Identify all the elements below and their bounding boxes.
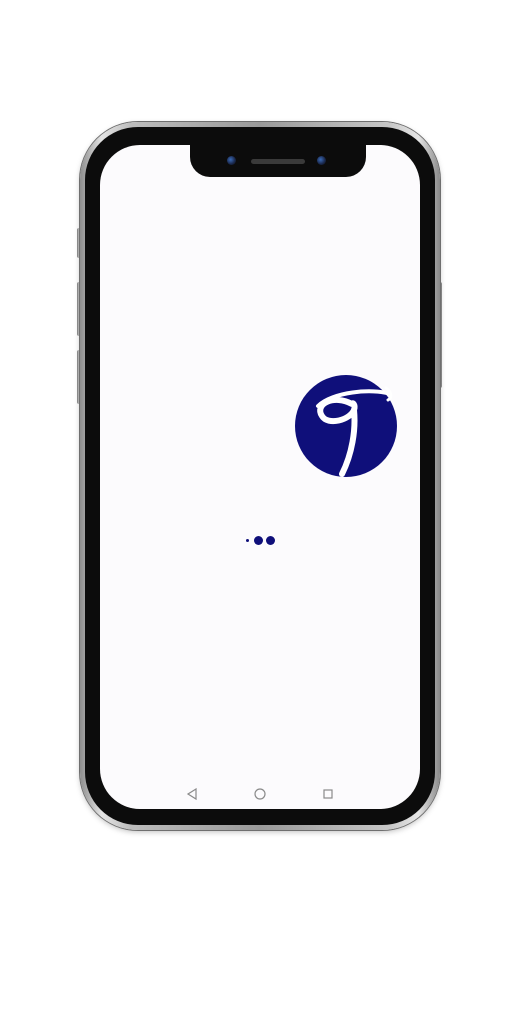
phone-bezel xyxy=(85,127,435,825)
speaker-grille xyxy=(251,159,305,164)
loading-dot xyxy=(253,535,263,545)
brand-logo-icon xyxy=(295,375,397,477)
home-circle-icon[interactable] xyxy=(253,787,267,801)
loading-dot xyxy=(245,538,249,542)
back-triangle-icon[interactable] xyxy=(185,787,199,801)
phone-notch xyxy=(190,145,366,177)
phone-screen xyxy=(100,145,420,809)
screenshot-stage xyxy=(0,0,512,1024)
recents-square-icon[interactable] xyxy=(321,787,335,801)
loading-dot xyxy=(265,535,275,545)
loading-dots xyxy=(100,534,420,546)
navigation-bar xyxy=(100,783,420,805)
camera-icon xyxy=(227,156,236,165)
phone-frame xyxy=(80,122,440,830)
sensor-icon xyxy=(317,156,326,165)
